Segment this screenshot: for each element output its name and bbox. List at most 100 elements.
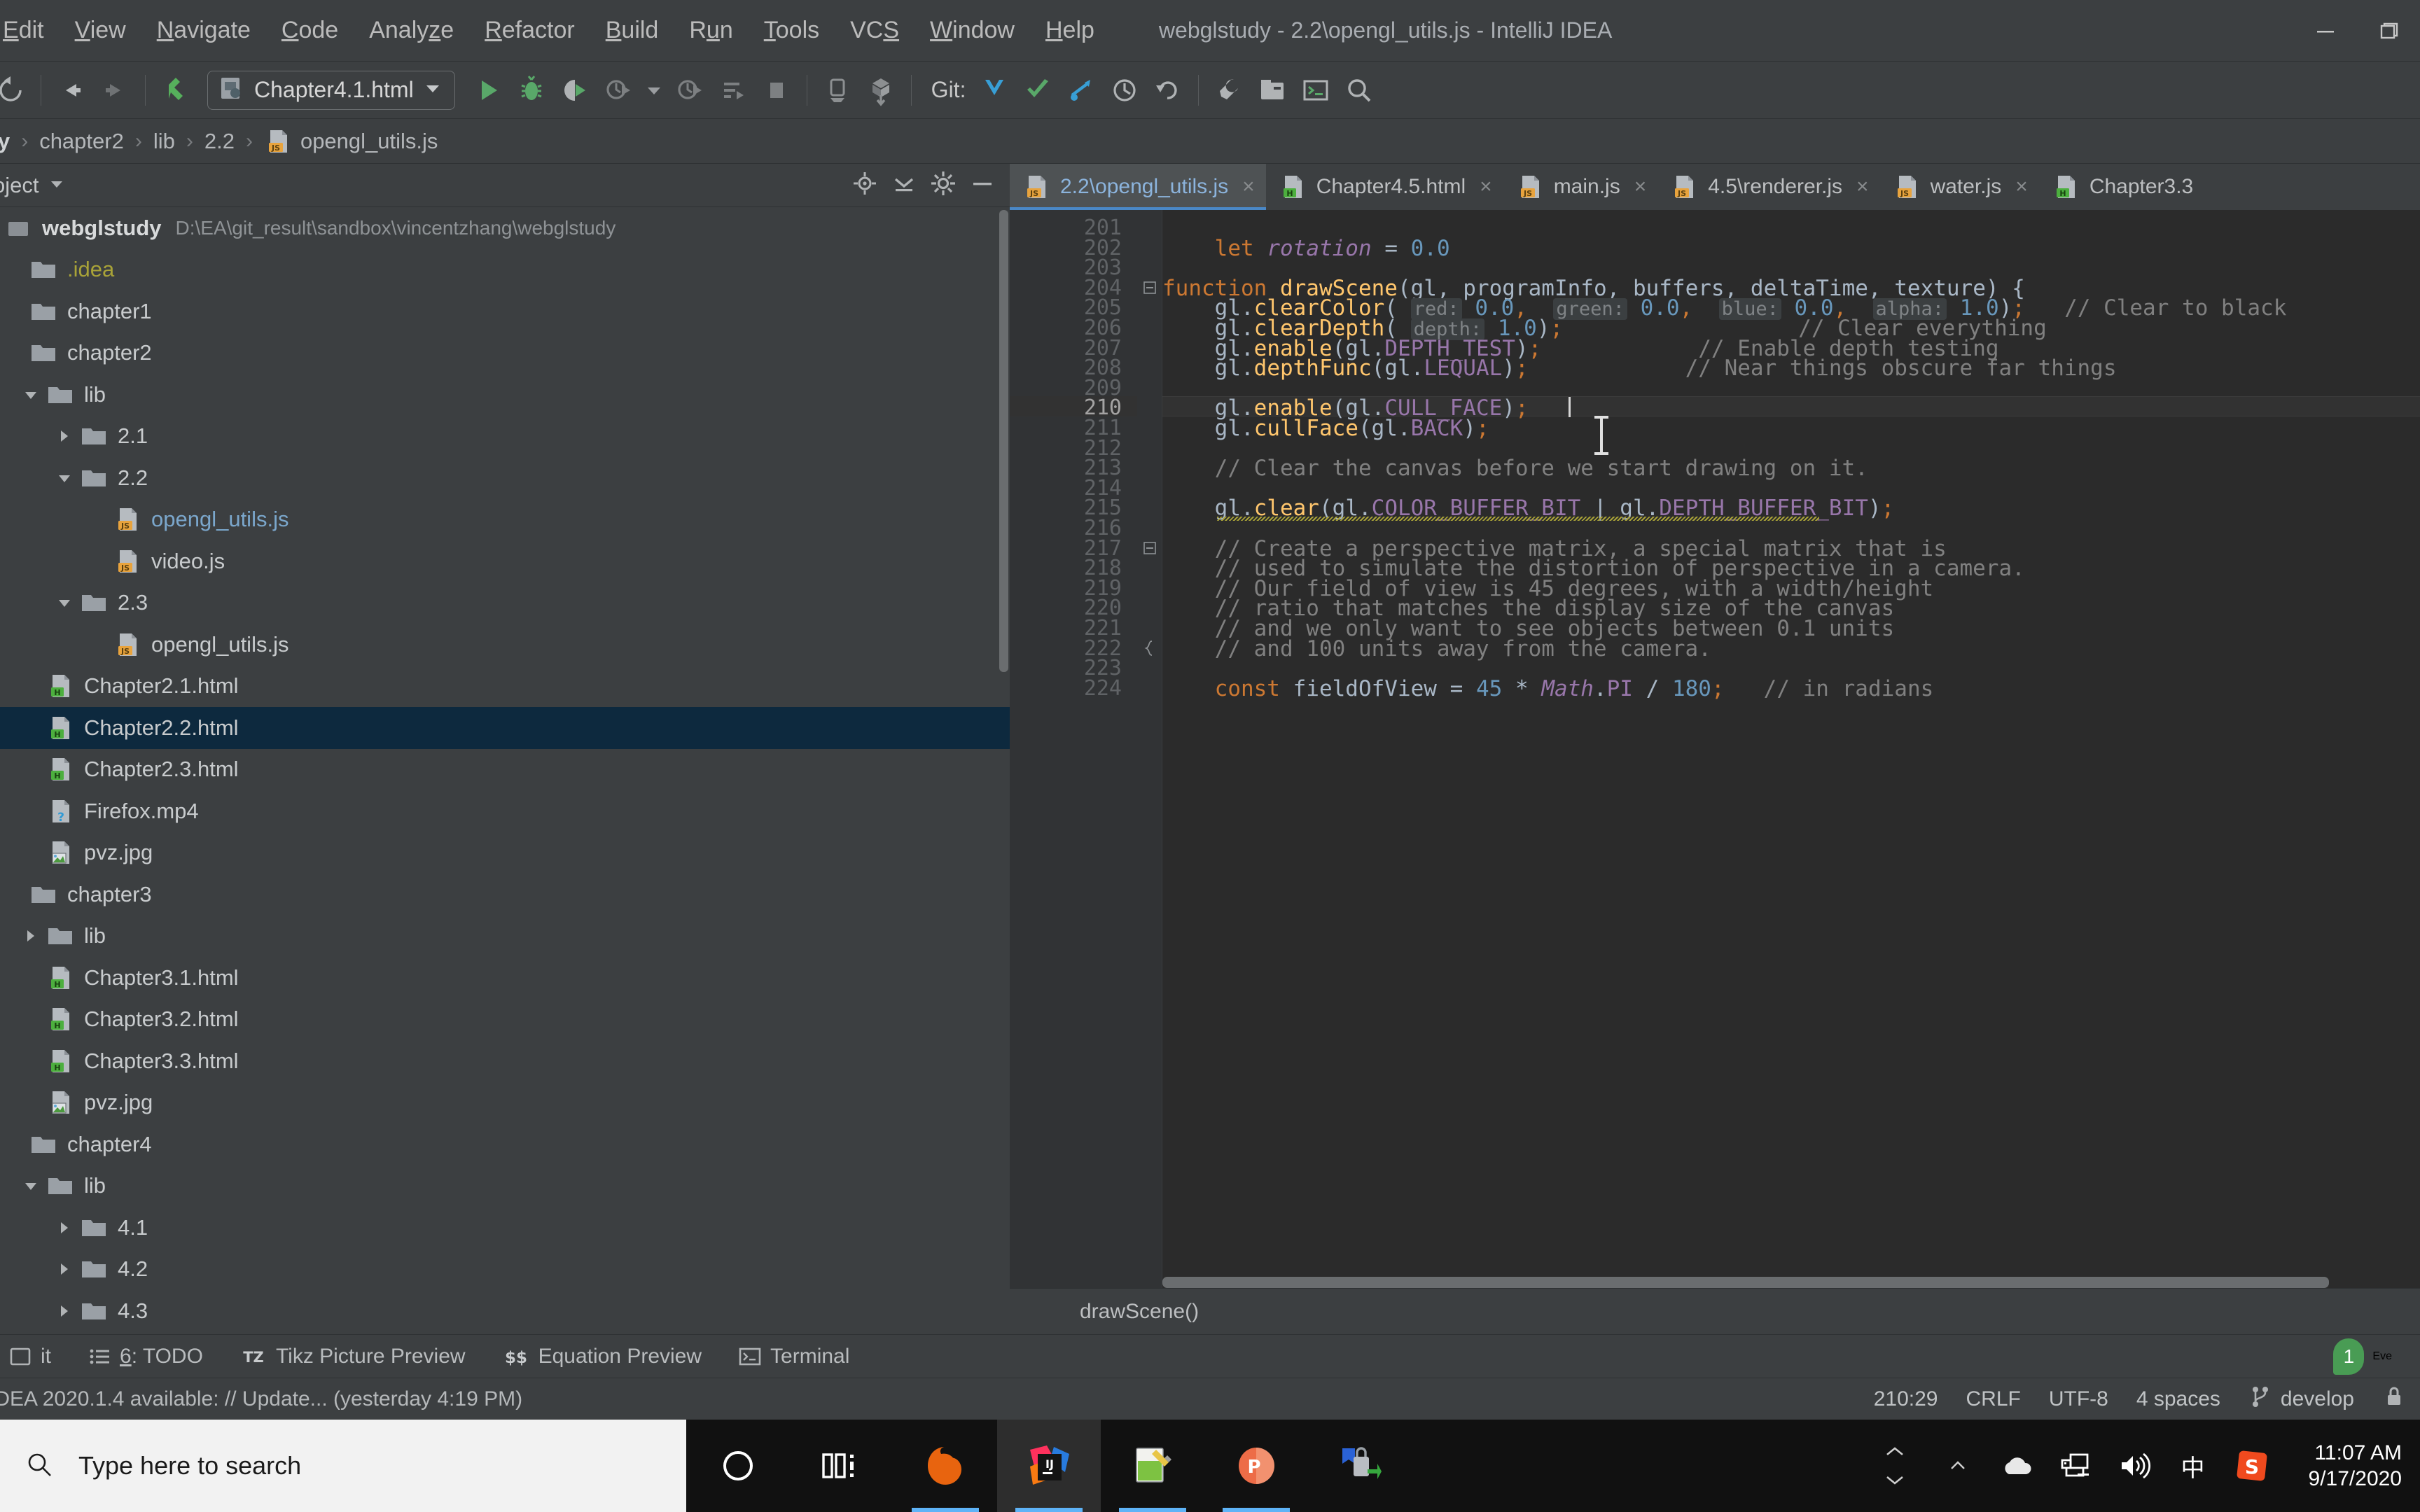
tree-item-pvz-jpg[interactable]: pvz.jpg	[0, 1082, 1010, 1124]
taskbar-firefox-icon[interactable]	[893, 1420, 997, 1512]
tree-item-lib[interactable]: lib	[0, 374, 1010, 416]
close-icon[interactable]: ×	[1480, 175, 1492, 199]
menu-navigate[interactable]: Navigate	[141, 13, 266, 48]
tree-item-chapter3[interactable]: chapter3	[0, 874, 1010, 916]
ime-chinese-icon[interactable]: 中	[2174, 1447, 2212, 1485]
jump-to-source-icon[interactable]	[154, 69, 197, 112]
tree-item-lib[interactable]: lib	[0, 1166, 1010, 1208]
tree-item--idea[interactable]: .idea	[0, 249, 1010, 291]
onedrive-icon[interactable]	[1998, 1447, 2036, 1485]
indent-setting[interactable]: 4 spaces	[2136, 1387, 2220, 1411]
tree-item-lib[interactable]: lib	[0, 916, 1010, 958]
tree-item-2-3[interactable]: 2.3	[0, 582, 1010, 624]
run-with-coverage-icon[interactable]	[553, 69, 597, 112]
debug-icon[interactable]	[510, 69, 553, 112]
menu-vcs[interactable]: VCS	[835, 13, 915, 48]
attach-profiler-icon[interactable]	[668, 69, 711, 112]
tree-item-firefox-mp4[interactable]: ? Firefox.mp4	[0, 790, 1010, 832]
editor-method-breadcrumb[interactable]: drawScene()	[1010, 1288, 2420, 1334]
code-text-area[interactable]: let rotation = 0.0 function drawScene(gl…	[1162, 210, 2420, 1288]
project-tree[interactable]: webglstudy D:\EA\git_result\sandbox\vinc…	[0, 207, 1010, 1334]
taskbar-notepad-icon[interactable]	[1101, 1420, 1204, 1512]
run-configuration-selector[interactable]: Chapter4.1.html	[207, 70, 455, 110]
editor-horizontal-scrollbar[interactable]	[1162, 1277, 2329, 1288]
line-separator[interactable]: CRLF	[1966, 1387, 2020, 1411]
editor-tab-water-js[interactable]: JS water.js ×	[1880, 164, 2039, 210]
menu-build[interactable]: Build	[590, 13, 674, 48]
menu-analyze[interactable]: Analyze	[354, 13, 469, 48]
event-log-badge[interactable]: 1 Eve	[2333, 1338, 2420, 1375]
sogou-icon[interactable]: S	[2233, 1447, 2271, 1485]
taskbar-cortana-icon[interactable]	[686, 1420, 790, 1512]
tree-item-chapter3-2-html[interactable]: H Chapter3.2.html	[0, 999, 1010, 1041]
tree-item-chapter3-3-html[interactable]: H Chapter3.3.html	[0, 1040, 1010, 1082]
chevron-right-icon[interactable]	[17, 928, 45, 944]
menu-run[interactable]: Run	[674, 13, 748, 48]
editor-tab-chapter3-3[interactable]: H Chapter3.3	[2039, 164, 2204, 210]
tree-item-chapter3-1-html[interactable]: H Chapter3.1.html	[0, 957, 1010, 999]
menu-help[interactable]: Help	[1030, 13, 1110, 48]
menu-code[interactable]: Code	[266, 13, 354, 48]
device-manager-icon[interactable]	[816, 69, 859, 112]
tool-window-it[interactable]: it	[0, 1345, 69, 1368]
git-branch-widget[interactable]: develop	[2248, 1385, 2354, 1414]
sync-project-icon[interactable]	[859, 69, 903, 112]
locate-file-icon[interactable]	[851, 170, 878, 200]
volume-icon[interactable]	[2115, 1447, 2153, 1485]
code-fold-marker[interactable]	[1140, 278, 1160, 298]
breadcrumb-item-0[interactable]: dy	[0, 129, 10, 154]
chevron-down-icon[interactable]	[50, 595, 78, 610]
git-update-icon[interactable]	[973, 69, 1016, 112]
rerun-icon[interactable]	[711, 69, 755, 112]
chevron-right-icon[interactable]	[50, 1220, 78, 1236]
project-tree-scrollbar[interactable]	[999, 210, 1008, 672]
editor-tab-4-5-renderer-js[interactable]: JS 4.5\renderer.js ×	[1657, 164, 1879, 210]
chevron-right-icon[interactable]	[50, 1261, 78, 1277]
taskbar-powerpoint-icon[interactable]: P	[1204, 1420, 1308, 1512]
tree-item-4-2[interactable]: 4.2	[0, 1249, 1010, 1291]
tree-item-chapter2-3-html[interactable]: H Chapter2.3.html	[0, 749, 1010, 791]
breadcrumb-item-2[interactable]: lib	[153, 129, 175, 154]
project-structure-icon[interactable]	[1251, 69, 1294, 112]
file-encoding[interactable]: UTF-8	[2049, 1387, 2108, 1411]
git-push-icon[interactable]	[1059, 69, 1103, 112]
menu-tools[interactable]: Tools	[749, 13, 835, 48]
profiler-icon[interactable]	[597, 69, 640, 112]
editor-tab-2-2-opengl-utils-js[interactable]: JS 2.2\opengl_utils.js ×	[1010, 164, 1266, 210]
menu-edit[interactable]: Edit	[0, 13, 60, 48]
forward-arrow-icon[interactable]	[93, 69, 137, 112]
tree-item-2-2[interactable]: 2.2	[0, 457, 1010, 499]
search-everywhere-icon[interactable]	[1337, 69, 1381, 112]
tree-item-opengl-utils-js[interactable]: JS opengl_utils.js	[0, 624, 1010, 666]
tree-item-chapter2[interactable]: chapter2	[0, 332, 1010, 374]
tree-item-video-js[interactable]: JS video.js	[0, 540, 1010, 582]
tree-item-pvz-jpg[interactable]: pvz.jpg	[0, 832, 1010, 874]
tree-item-chapter1[interactable]: chapter1	[0, 290, 1010, 332]
run-icon[interactable]	[466, 69, 510, 112]
editor-gutter[interactable]: 201 202 203 204 205 206 207 208 209 210 211 212 213 2…	[1010, 210, 1137, 1288]
tray-expand-icon[interactable]	[1939, 1447, 1977, 1485]
chevron-right-icon[interactable]	[50, 428, 78, 444]
chevron-down-icon[interactable]	[50, 470, 78, 486]
taskbar-intellij-idea-icon[interactable]: IJ	[997, 1420, 1101, 1512]
caret-position[interactable]: 210:29	[1874, 1387, 1938, 1411]
status-message[interactable]: IDEA 2020.1.4 available: // Update... (y…	[0, 1387, 522, 1411]
tool-window-terminal[interactable]: Terminal	[720, 1345, 868, 1368]
menu-view[interactable]: View	[60, 13, 141, 48]
chevron-down-icon[interactable]	[17, 1178, 45, 1194]
code-fold-marker[interactable]	[1140, 638, 1160, 659]
breadcrumb-item-3[interactable]: 2.2	[204, 129, 235, 154]
tree-item-2-1[interactable]: 2.1	[0, 416, 1010, 458]
tree-item-chapter2-1-html[interactable]: H Chapter2.1.html	[0, 666, 1010, 708]
profiler-dropdown-icon[interactable]	[640, 69, 668, 112]
menu-refactor[interactable]: Refactor	[469, 13, 590, 48]
menu-window[interactable]: Window	[915, 13, 1030, 48]
close-icon[interactable]: ×	[1242, 175, 1255, 199]
chevron-down-icon[interactable]	[17, 387, 45, 402]
tree-item-chapter2-2-html[interactable]: H Chapter2.2.html	[0, 707, 1010, 749]
minimize-button[interactable]	[2294, 0, 2357, 62]
gear-icon[interactable]	[930, 170, 957, 200]
taskbar-task-view-icon[interactable]	[790, 1420, 893, 1512]
tree-row-module[interactable]: webglstudy D:\EA\git_result\sandbox\vinc…	[0, 207, 1010, 249]
editor-fold-gutter[interactable]	[1137, 210, 1162, 1288]
